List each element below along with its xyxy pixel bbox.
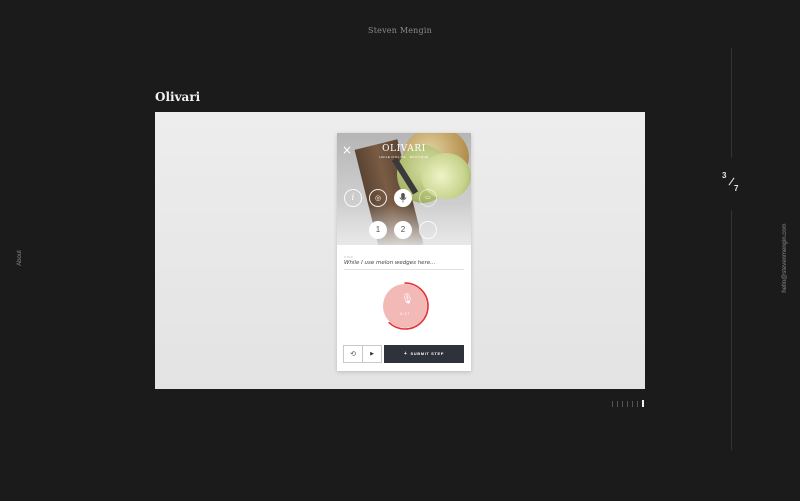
pager-dot[interactable] [617,401,618,407]
portfolio-page: Steven Mengin About hello@stevenmengin.c… [0,0,800,501]
pager-dot[interactable] [632,401,633,407]
counter-total: 7 [734,184,739,193]
pager-dot[interactable] [622,401,623,407]
kitchen-icon[interactable]: ◎ [369,189,387,207]
info-icon[interactable]: i [344,189,362,207]
input-underline [344,269,464,270]
microphone-icon[interactable] [394,189,412,207]
pager-dot[interactable] [627,401,628,407]
record-control[interactable]: 🎙 0:17 [380,281,430,331]
brand-tagline: HUILE D'OLIVE · BOUTIQUE [379,155,429,159]
submit-step-label: SUBMIT STEP [410,351,445,356]
hero-image: × OLIVARI HUILE D'OLIVE · BOUTIQUE i ◎ ▭… [337,133,471,245]
record-button[interactable]: 🎙 0:17 [383,284,427,328]
email-link[interactable]: hello@stevenmengin.com [782,213,788,303]
site-title[interactable]: Steven Mengin [0,26,800,35]
pager-dot-active[interactable] [642,400,644,407]
divider-top [731,48,732,158]
video-icon[interactable]: ▭ [419,189,437,207]
counter-current: 3 [722,171,727,180]
app-mockup: × OLIVARI HUILE D'OLIVE · BOUTIQUE i ◎ ▭… [337,133,471,371]
project-title: Olivari [155,90,201,104]
pager-dot[interactable] [612,401,613,407]
project-counter: 3 7 [719,170,743,196]
step-button-1[interactable]: 1 [369,221,387,239]
submit-step-button[interactable]: + SUBMIT STEP [384,345,464,363]
close-icon[interactable]: × [341,144,353,156]
step-text-input[interactable]: While I use melon wedges here... [344,260,435,266]
divider-bottom [731,210,732,450]
about-link[interactable]: About [17,248,23,268]
record-timer: 0:17 [400,311,410,316]
undo-button[interactable]: ⟲ [343,345,363,363]
step-button-add[interactable] [419,221,437,239]
step-label: STEP [344,255,354,259]
step-button-2[interactable]: 2 [394,221,412,239]
microphone-icon: 🎙 [401,294,414,305]
pager-dot[interactable] [637,401,638,407]
plus-icon: + [403,351,408,357]
project-preview: × OLIVARI HUILE D'OLIVE · BOUTIQUE i ◎ ▭… [155,112,645,389]
brand-logo: OLIVARI [382,144,426,154]
play-button[interactable]: ▶ [363,345,382,363]
